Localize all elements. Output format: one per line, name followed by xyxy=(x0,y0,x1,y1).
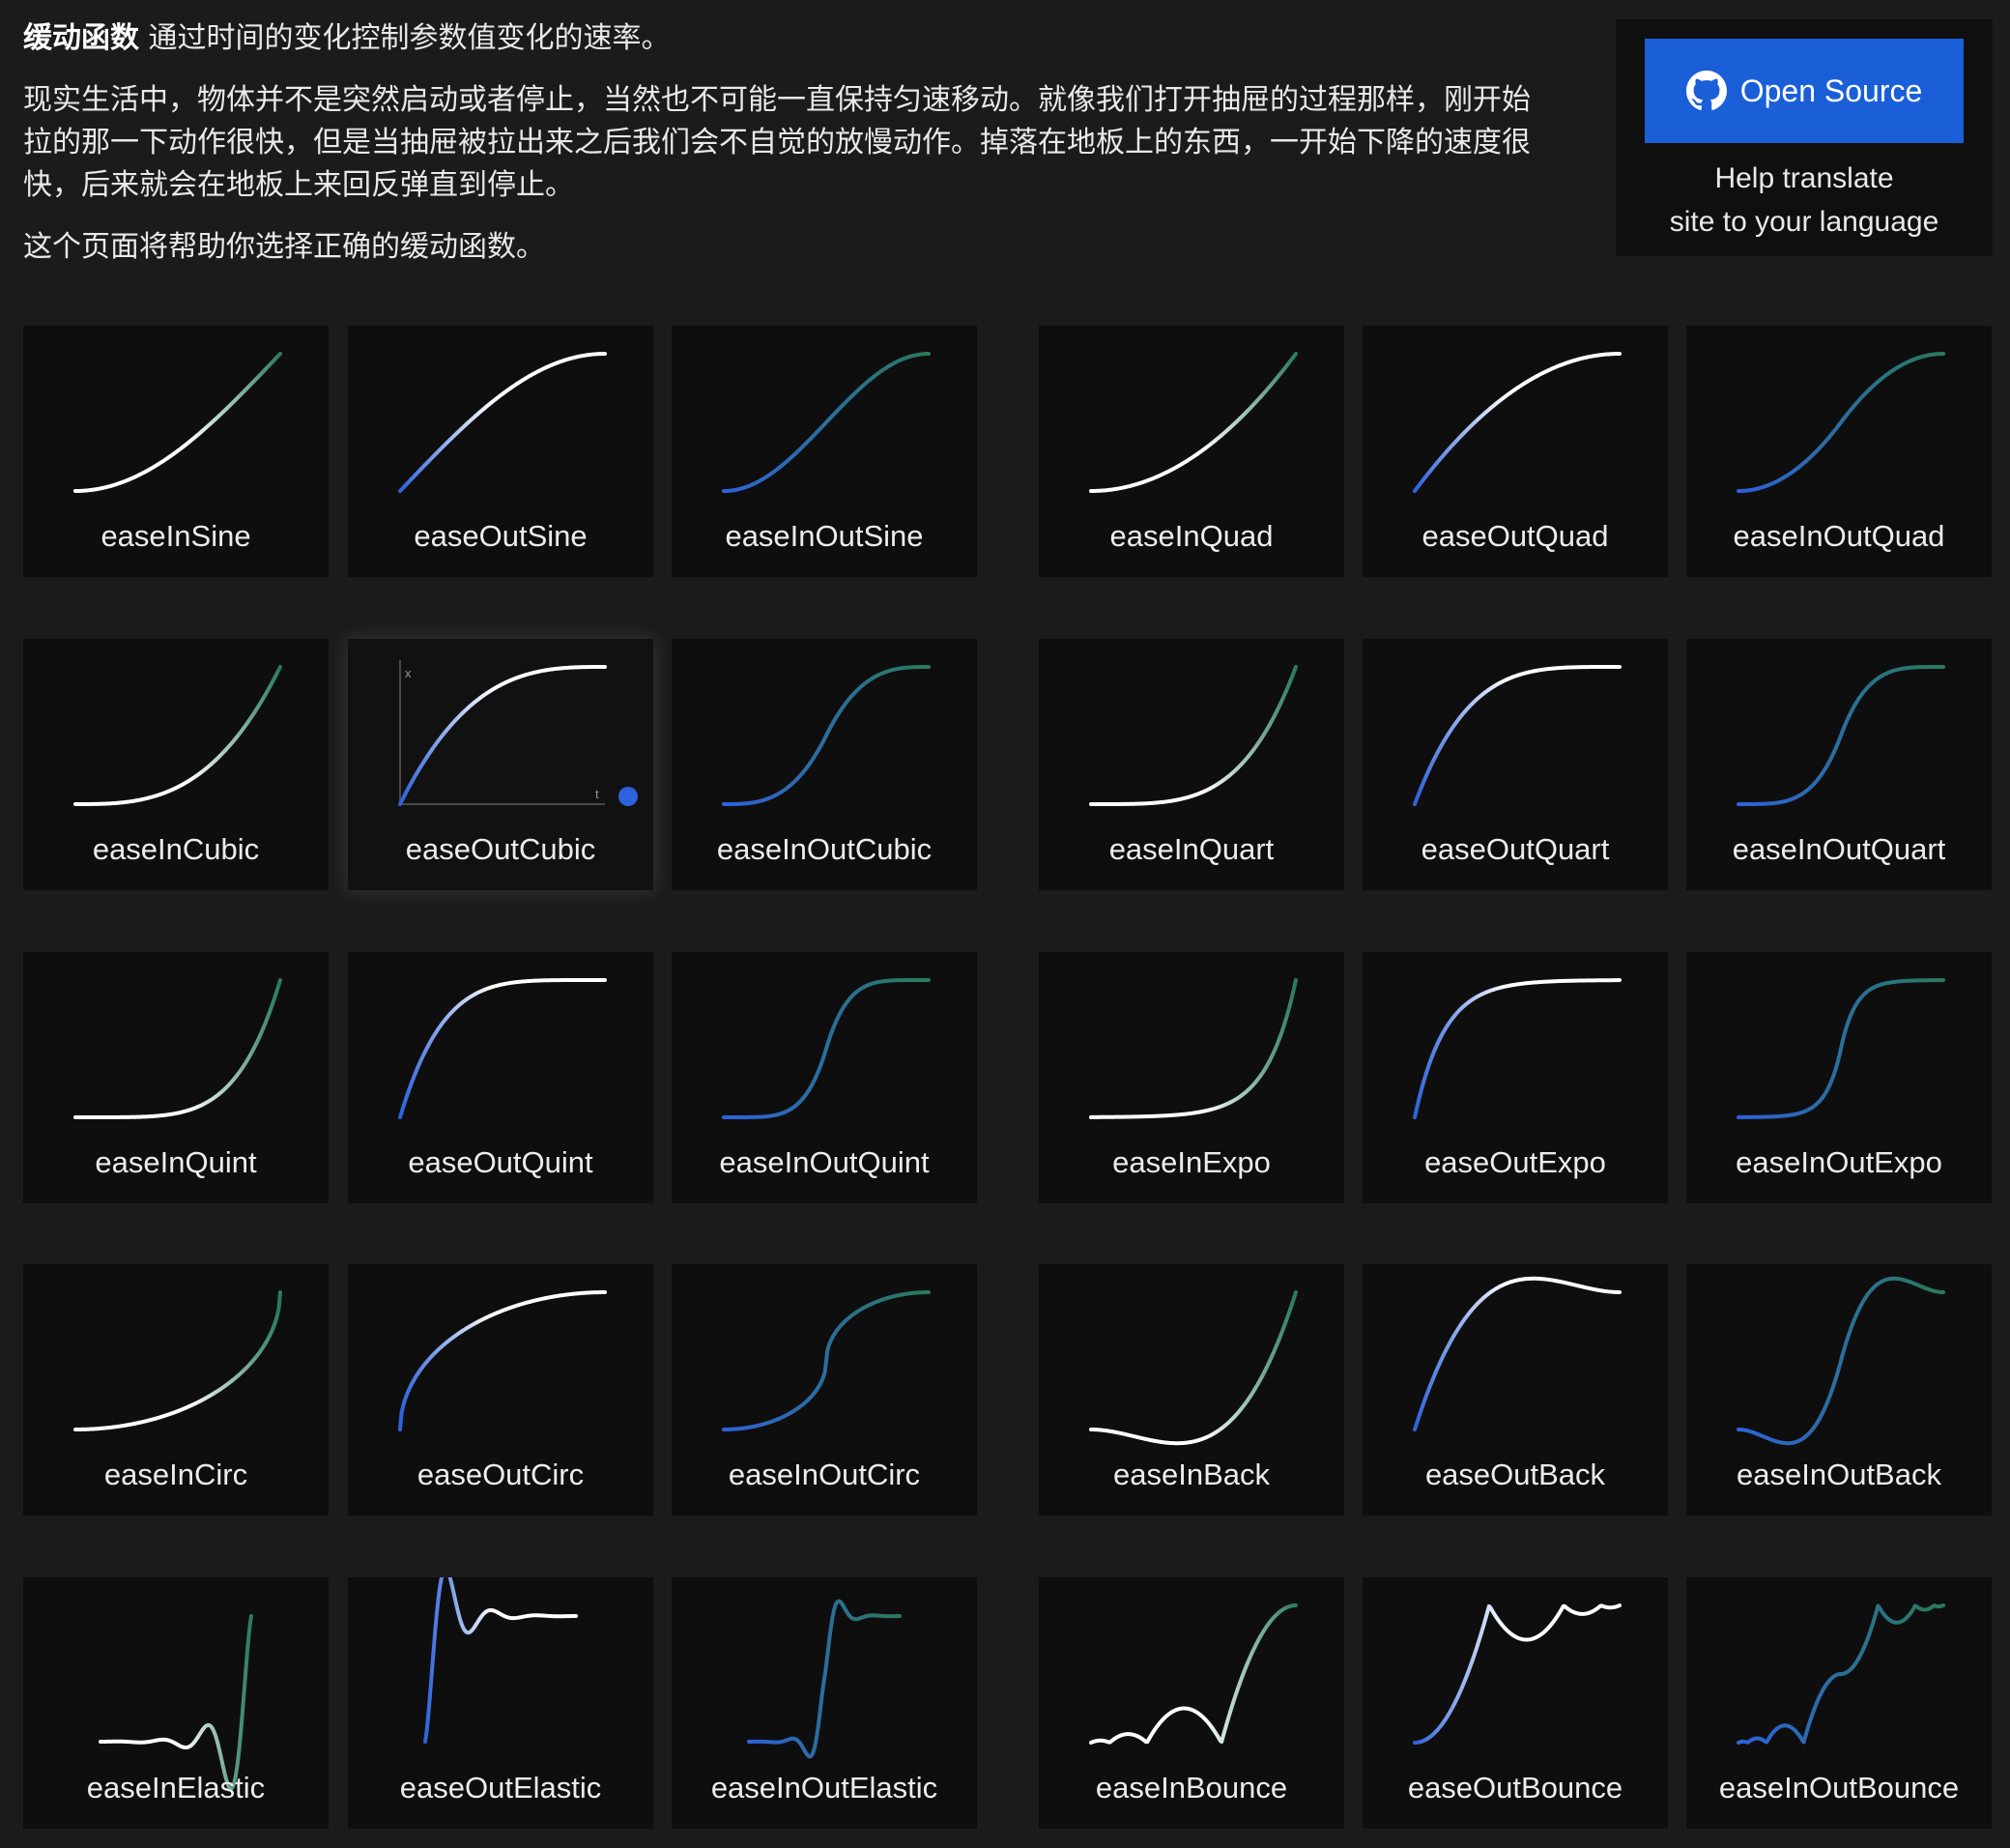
easing-curve-line xyxy=(423,1577,578,1744)
easing-card-easeInOutBack[interactable]: easeInOutBack xyxy=(1686,1264,1992,1516)
easing-card-label: easeInOutQuart xyxy=(1732,832,1946,866)
easing-curve-line xyxy=(73,665,282,806)
easing-card-label: easeInCirc xyxy=(103,1458,248,1491)
easing-card-easeOutElastic[interactable]: easeOutElastic xyxy=(348,1577,653,1829)
easing-card-easeInExpo[interactable]: easeInExpo xyxy=(1039,952,1344,1203)
easing-curve-line xyxy=(1089,352,1298,493)
easing-curve-line xyxy=(73,352,282,493)
easing-card-label: easeInBack xyxy=(1113,1458,1270,1491)
easing-card-label: easeInQuad xyxy=(1109,519,1274,553)
easing-card-label: easeInOutQuad xyxy=(1733,519,1945,553)
easing-curve-line xyxy=(1089,978,1298,1119)
easing-card-label: easeInOutBack xyxy=(1737,1458,1941,1491)
easing-curve-line xyxy=(398,1290,607,1431)
easing-card-label: easeOutElastic xyxy=(399,1771,602,1805)
easing-curve-line xyxy=(722,978,931,1119)
easing-curve-line xyxy=(1413,978,1622,1119)
easing-card-label: easeOutSine xyxy=(414,519,588,553)
easing-card-easeOutBounce[interactable]: easeOutBounce xyxy=(1363,1577,1668,1829)
easing-card-easeOutQuad[interactable]: easeOutQuad xyxy=(1363,326,1668,577)
easing-card-easeInOutElastic[interactable]: easeInOutElastic xyxy=(672,1577,977,1829)
easing-card-label: easeOutCubic xyxy=(405,832,596,866)
easing-card-easeOutQuart[interactable]: easeOutQuart xyxy=(1363,639,1668,890)
easing-curve-line xyxy=(398,978,607,1119)
easing-card-easeInQuint[interactable]: easeInQuint xyxy=(23,952,329,1203)
easing-card-label: easeOutBack xyxy=(1424,1458,1606,1491)
easing-card-easeInBack[interactable]: easeInBack xyxy=(1039,1264,1344,1516)
easing-card-easeInBounce[interactable]: easeInBounce xyxy=(1039,1577,1344,1829)
easing-card-label: easeInOutExpo xyxy=(1736,1145,1942,1179)
easing-card-easeInOutSine[interactable]: easeInOutSine xyxy=(672,326,977,577)
easing-card-easeInQuart[interactable]: easeInQuart xyxy=(1039,639,1344,890)
easing-curve-line xyxy=(1737,1603,1945,1745)
easing-card-label: easeOutExpo xyxy=(1424,1145,1606,1179)
easing-curve-line xyxy=(73,1290,282,1431)
easing-card-label: easeOutQuad xyxy=(1421,519,1609,553)
easing-card-label: easeInOutQuint xyxy=(719,1145,930,1179)
easing-curve-line xyxy=(1089,1290,1298,1446)
axis-t-label: t xyxy=(595,787,599,801)
easing-curve-line xyxy=(1089,665,1298,806)
easing-curve-line xyxy=(398,352,607,493)
easing-card-easeInOutBounce[interactable]: easeInOutBounce xyxy=(1686,1577,1992,1829)
easing-card-easeInElastic[interactable]: easeInElastic xyxy=(23,1577,329,1829)
easing-curve-line xyxy=(722,1290,931,1431)
easing-curve-line xyxy=(1413,352,1622,493)
easing-card-label: easeOutQuart xyxy=(1421,832,1610,866)
easing-card-label: easeOutBounce xyxy=(1407,1771,1623,1805)
easing-card-label: easeInCubic xyxy=(92,832,260,866)
easing-card-easeInOutQuad[interactable]: easeInOutQuad xyxy=(1686,326,1992,577)
easing-curve-line xyxy=(1413,665,1622,806)
easing-curve-line xyxy=(1089,1603,1298,1745)
easing-card-label: easeInOutBounce xyxy=(1718,1771,1960,1805)
easing-card-label: easeInBounce xyxy=(1095,1771,1288,1805)
easing-curve-line xyxy=(1737,1276,1945,1446)
easing-curve-line xyxy=(1737,352,1945,493)
easing-card-label: easeOutQuint xyxy=(408,1145,593,1179)
easing-card-easeInOutQuint[interactable]: easeInOutQuint xyxy=(672,952,977,1203)
easing-card-easeInCirc[interactable]: easeInCirc xyxy=(23,1264,329,1516)
easing-card-label: easeInQuart xyxy=(1108,832,1275,866)
easing-card-label: easeInOutSine xyxy=(725,519,924,553)
easing-card-label: easeInQuint xyxy=(95,1145,257,1179)
easing-card-easeOutCubic[interactable]: x t easeOutCubic xyxy=(348,639,653,890)
easing-card-label: easeOutCirc xyxy=(416,1458,585,1491)
easing-curve-line xyxy=(1737,665,1945,806)
easing-card-easeOutCirc[interactable]: easeOutCirc xyxy=(348,1264,653,1516)
easing-curve-line xyxy=(398,665,607,806)
easing-card-easeInQuad[interactable]: easeInQuad xyxy=(1039,326,1344,577)
easing-card-easeInSine[interactable]: easeInSine xyxy=(23,326,329,577)
easing-card-easeOutSine[interactable]: easeOutSine xyxy=(348,326,653,577)
easing-card-label: easeInOutElastic xyxy=(710,1771,938,1805)
easing-card-easeInOutExpo[interactable]: easeInOutExpo xyxy=(1686,952,1992,1203)
easing-card-easeOutBack[interactable]: easeOutBack xyxy=(1363,1264,1668,1516)
easing-curve-line xyxy=(747,1599,902,1759)
easing-curve-line xyxy=(73,978,282,1119)
easing-card-easeOutExpo[interactable]: easeOutExpo xyxy=(1363,952,1668,1203)
easing-curve-line xyxy=(722,352,931,493)
easing-curve-line xyxy=(1413,1603,1622,1745)
easing-card-easeInOutCubic[interactable]: easeInOutCubic xyxy=(672,639,977,890)
easing-card-label: easeInOutCirc xyxy=(728,1458,921,1491)
easing-curve-line xyxy=(1413,1276,1622,1431)
axis-x-label: x xyxy=(405,666,412,680)
easing-grid: easeInSine easeOutSine easeInOutSine easeIn… xyxy=(0,0,2010,1848)
easing-curve-line xyxy=(1737,978,1945,1119)
easing-card-label: easeInSine xyxy=(100,519,251,553)
progress-dot[interactable] xyxy=(618,787,638,806)
easing-card-easeOutQuint[interactable]: easeOutQuint xyxy=(348,952,653,1203)
easing-card-label: easeInElastic xyxy=(86,1771,266,1805)
easing-card-easeInOutCirc[interactable]: easeInOutCirc xyxy=(672,1264,977,1516)
easing-card-easeInOutQuart[interactable]: easeInOutQuart xyxy=(1686,639,1992,890)
easing-card-easeInCubic[interactable]: easeInCubic xyxy=(23,639,329,890)
easing-card-label: easeInOutCubic xyxy=(716,832,933,866)
easing-curve-line xyxy=(99,1614,253,1791)
easing-curve-line xyxy=(722,665,931,806)
easing-card-label: easeInExpo xyxy=(1112,1145,1271,1179)
